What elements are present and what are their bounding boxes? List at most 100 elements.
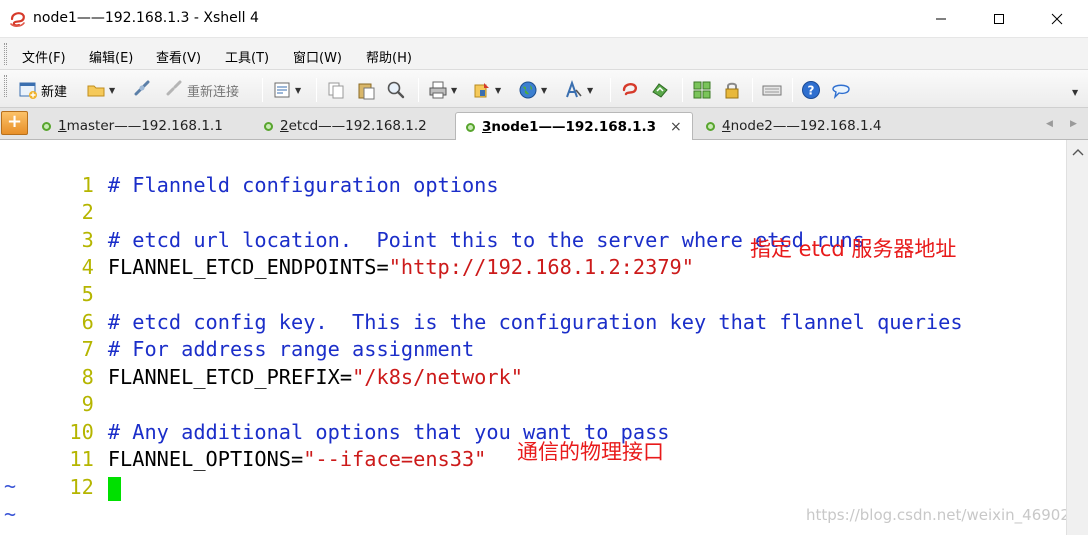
empty-line-tilde: ~ [4,474,17,498]
printer-icon [429,81,447,99]
tab-number: 4 [722,118,731,134]
menu-bar: 文件(F) 编辑(E) 查看(V) 工具(T) 窗口(W) 帮助(H) [0,38,1088,70]
vertical-scrollbar[interactable] [1066,140,1088,535]
menu-tools[interactable]: 工具(T) [225,47,269,66]
keyboard-icon [762,85,782,96]
tab-master[interactable]: 1 master——192.168.1.1 [42,112,223,140]
terminal-line: 12 [0,447,121,501]
code-key: FLANNEL_ETCD_ENDPOINTS= [107,255,389,279]
toolbar-separator [610,78,611,102]
tab-etcd[interactable]: 2 etcd——192.168.1.2 [264,112,427,140]
terminal-line: 3 # etcd url location. Point this to the … [0,200,865,252]
code-comment: # Flanneld configuration options [107,173,499,197]
link-icon [134,80,150,96]
watermark: https://blog.csdn.net/weixin_46902396 [806,506,1088,524]
terminal-line: 1 # Flanneld configuration options [0,145,499,197]
xftp-icon [652,83,668,98]
chevron-down-icon: ▼ [541,85,548,95]
help-button[interactable]: ? [801,79,821,101]
find-button[interactable] [386,79,406,101]
reconnect-button[interactable]: 重新连接 [164,79,239,101]
title-bar: node1——192.168.1.3 - Xshell 4 [0,0,1088,38]
terminal-line: 11 FLANNEL_OPTIONS="--iface=ens33" [0,419,486,471]
globe-button[interactable]: ▼ [518,79,547,101]
tab-number: 2 [280,118,289,134]
tab-label: node1——192.168.1.3 [491,119,657,135]
terminal-line: 6 # etcd config key. This is the configur… [0,282,963,334]
maximize-button[interactable] [976,0,1022,38]
open-folder-button[interactable]: ▼ [86,79,115,101]
menu-help[interactable]: 帮助(H) [366,47,412,66]
toolbar: 新建 ▼ 重新连接 ▼ ▼ ▼ ▼ ▼ ? ▼ [0,70,1088,108]
menu-grip [4,43,7,65]
toolbar-overflow-icon[interactable]: ▼ [1072,88,1078,97]
toolbar-separator [262,78,263,102]
tab-label: master——192.168.1.1 [66,118,223,134]
minimize-button[interactable] [918,0,964,38]
layout-icon [693,81,711,99]
new-tab-button[interactable]: + [1,111,28,135]
globe-icon [519,81,537,99]
toolbar-separator [316,78,317,102]
toolbar-separator [792,78,793,102]
minimize-icon [936,18,946,20]
font-button[interactable]: ▼ [564,79,593,101]
xshell-icon [622,83,637,96]
maximize-icon [994,14,1004,24]
disconnect-button[interactable] [132,79,152,101]
terminal-line: 4 FLANNEL_ETCD_ENDPOINTS="http://192.168.… [0,227,694,279]
toolbar-separator [682,78,683,102]
svg-text:?: ? [808,84,815,98]
keyboard-button[interactable] [762,79,782,101]
window-title: node1——192.168.1.3 - Xshell 4 [33,10,259,26]
xftp-button[interactable] [650,79,670,101]
code-key: FLANNEL_OPTIONS= [107,447,304,471]
terminal-area[interactable]: 1 # Flanneld configuration options 2 3 # e… [0,140,1088,535]
menu-file[interactable]: 文件(F) [22,47,66,66]
chat-button[interactable] [831,79,851,101]
connected-icon [706,121,715,131]
toolbar-separator [752,78,753,102]
transfer-icon [474,83,489,98]
lock-button[interactable] [722,79,742,101]
menu-window[interactable]: 窗口(W) [293,47,342,66]
terminal-line: 7 # For address range assignment [0,309,475,361]
code-string: "--iface=ens33" [303,447,487,471]
properties-button[interactable]: ▼ [272,79,301,101]
font-icon [566,80,582,98]
terminal-line: 5 [0,254,94,306]
transfer-button[interactable]: ▼ [472,79,501,101]
terminal-line: 10 # Any additional options that you want… [0,392,669,444]
tab-label: etcd——192.168.1.2 [288,118,427,134]
copy-button[interactable] [326,79,346,101]
xshell-logo-icon [10,12,25,27]
code-key: FLANNEL_ETCD_PREFIX= [107,365,353,389]
tab-scroll-right-icon[interactable]: ▶ [1070,119,1077,129]
code-string: "/k8s/network" [352,365,524,389]
tab-node2[interactable]: 4 node2——192.168.1.4 [706,112,881,140]
scroll-up-icon[interactable] [1072,148,1084,156]
terminal-line: 2 [0,172,94,224]
new-session-icon [19,82,37,99]
chevron-down-icon: ▼ [495,85,502,95]
tab-close-icon[interactable]: × [670,119,682,135]
close-icon [1051,13,1063,25]
toolbar-grip [4,75,7,97]
folder-icon [87,85,105,97]
close-button[interactable] [1034,0,1080,38]
paste-button[interactable] [356,79,376,101]
tab-number: 1 [58,118,67,134]
tab-scroll-left-icon[interactable]: ◀ [1046,119,1053,129]
new-session-button[interactable]: 新建 [18,79,67,101]
xshell-button[interactable] [620,79,640,101]
menu-edit[interactable]: 编辑(E) [89,47,133,66]
chevron-down-icon: ▼ [587,85,594,95]
tab-label: node2——192.168.1.4 [730,118,882,134]
print-button[interactable]: ▼ [428,79,457,101]
tab-node1[interactable]: 3 node1——192.168.1.3 × [455,112,693,141]
speech-bubble-icon [832,84,850,100]
layout-button[interactable] [692,79,712,101]
terminal-line: 8 FLANNEL_ETCD_PREFIX="/k8s/network" [0,337,523,389]
menu-view[interactable]: 查看(V) [156,47,201,66]
connected-icon [466,122,475,132]
